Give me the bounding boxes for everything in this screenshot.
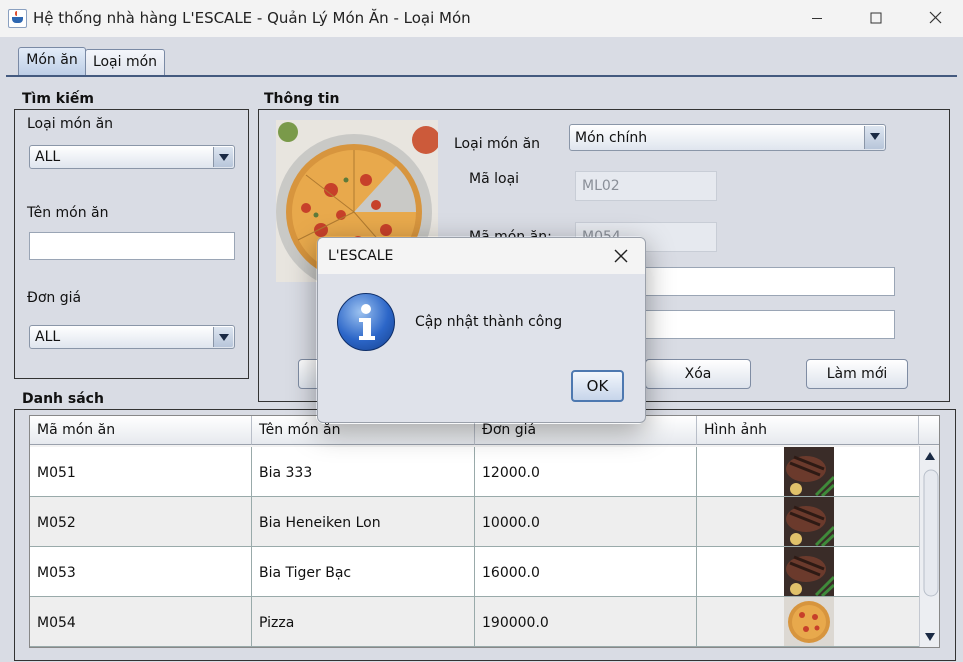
information-icon — [337, 293, 395, 351]
close-window-button[interactable] — [912, 0, 958, 37]
ok-button[interactable]: OK — [571, 370, 624, 402]
scrollbar-arrows-icon — [923, 452, 939, 641]
search-category-label: Loại món ăn — [27, 116, 114, 132]
window-title: Hệ thống nhà hàng L'ESCALE - Quản Lý Món… — [33, 9, 471, 27]
steak-photo-icon — [784, 547, 834, 596]
dialog-title-bar: L'ESCALE — [318, 238, 645, 274]
chevron-down-icon[interactable] — [864, 126, 884, 149]
info-category-label: Loại món ăn — [454, 136, 541, 152]
row-code: M051 — [30, 447, 252, 496]
row-price: 16000.0 — [475, 547, 697, 596]
table-scrollbar[interactable] — [919, 446, 939, 647]
type-code-field: ML02 — [575, 171, 717, 201]
row-price: 10000.0 — [475, 497, 697, 546]
table-row[interactable]: M052 Bia Heneiken Lon 10000.0 — [30, 497, 919, 547]
info-category-value: Món chính — [575, 130, 648, 146]
refresh-button[interactable]: Làm mới — [806, 359, 908, 389]
tab-mon-an[interactable]: Món ăn — [18, 47, 86, 76]
delete-button[interactable]: Xóa — [645, 359, 751, 389]
steak-photo-icon — [784, 497, 834, 546]
dialog-title: L'ESCALE — [328, 248, 394, 264]
maximize-button[interactable] — [853, 0, 899, 37]
close-icon[interactable] — [613, 248, 629, 264]
row-name: Pizza — [252, 597, 475, 646]
close-icon — [929, 11, 942, 24]
java-app-icon — [8, 9, 27, 28]
row-name: Bia 333 — [252, 447, 475, 496]
row-name: Bia Tiger Bạc — [252, 547, 475, 596]
tab-loai-mon[interactable]: Loại món — [85, 49, 165, 76]
chevron-down-icon[interactable] — [213, 147, 233, 167]
info-panel-title: Thông tin — [264, 91, 340, 107]
row-price: 12000.0 — [475, 447, 697, 496]
info-category-select[interactable]: Món chính — [569, 124, 886, 151]
row-code: M053 — [30, 547, 252, 596]
row-code: M054 — [30, 597, 252, 646]
search-name-input[interactable] — [29, 232, 235, 260]
list-panel-title: Danh sách — [22, 391, 104, 407]
row-name: Bia Heneiken Lon — [252, 497, 475, 546]
search-panel-title: Tìm kiếm — [22, 91, 95, 107]
minimize-button[interactable] — [794, 0, 840, 37]
search-name-label: Tên món ăn — [27, 205, 109, 221]
pizza-photo-icon — [784, 597, 834, 646]
search-category-select[interactable]: ALL — [29, 145, 235, 169]
minimize-icon — [812, 18, 822, 19]
search-category-value: ALL — [35, 149, 61, 165]
row-price: 190000.0 — [475, 597, 697, 646]
maximize-icon — [870, 12, 882, 24]
chevron-down-icon[interactable] — [213, 327, 233, 347]
table-row[interactable]: M054 Pizza 190000.0 — [30, 597, 919, 647]
dish-table: Mã món ăn Tên món ăn Đơn giá Hình ảnh M0… — [29, 415, 940, 648]
search-price-select[interactable]: ALL — [29, 325, 235, 349]
column-header-corner — [919, 416, 939, 445]
column-header-code[interactable]: Mã món ăn — [30, 416, 252, 445]
table-row[interactable]: M051 Bia 333 12000.0 — [30, 447, 919, 497]
search-price-value: ALL — [35, 329, 61, 345]
dialog-message: Cập nhật thành công — [415, 314, 563, 330]
row-code: M052 — [30, 497, 252, 546]
table-row[interactable]: M053 Bia Tiger Bạc 16000.0 — [30, 547, 919, 597]
steak-photo-icon — [784, 447, 834, 496]
tab-bar: Món ăn Loại món — [0, 37, 963, 77]
message-dialog: L'ESCALE Cập nhật thành công OK — [317, 237, 646, 423]
title-bar: Hệ thống nhà hàng L'ESCALE - Quản Lý Món… — [0, 0, 963, 37]
column-header-image[interactable]: Hình ảnh — [697, 416, 919, 445]
search-price-label: Đơn giá — [27, 290, 82, 306]
tab-divider — [6, 75, 957, 77]
type-code-label: Mã loại — [469, 171, 520, 187]
